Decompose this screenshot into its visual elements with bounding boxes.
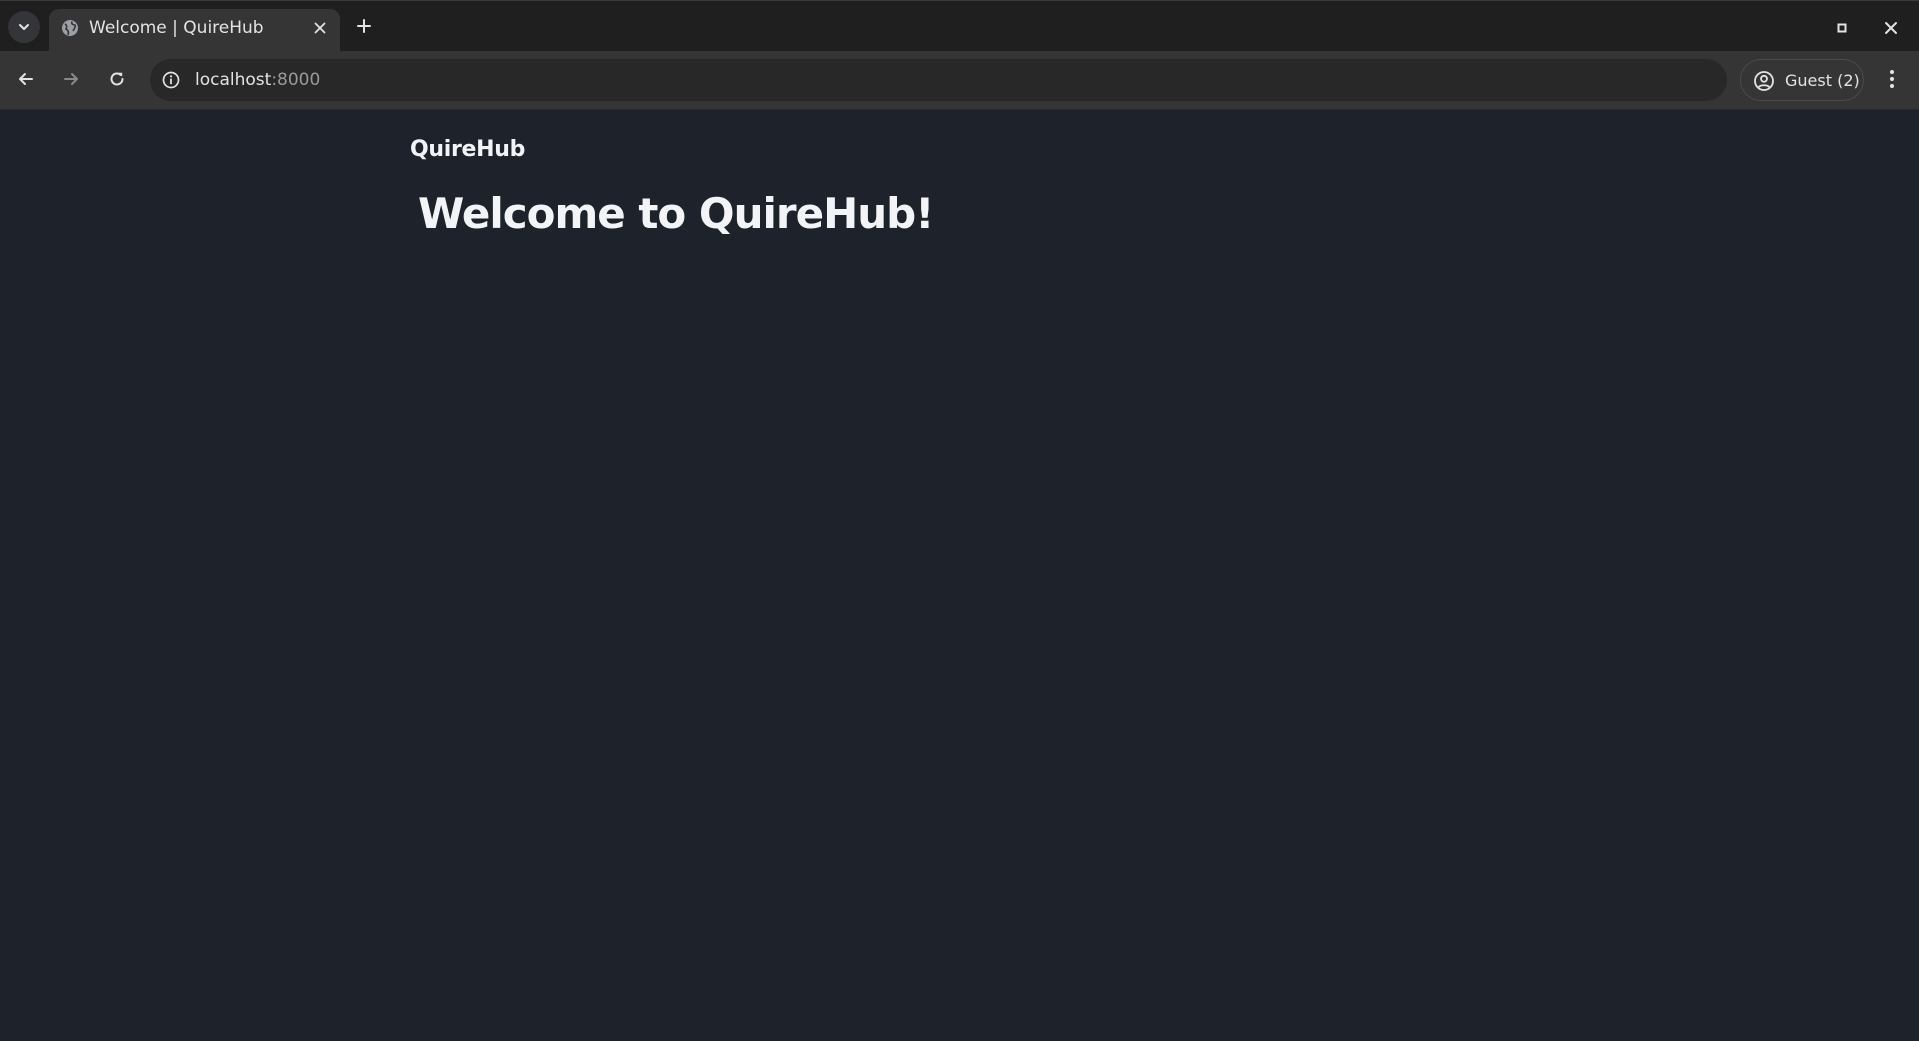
reload-icon xyxy=(110,72,124,86)
page-title: Welcome to QuireHub! xyxy=(418,189,934,238)
url-host: localhost xyxy=(195,70,272,90)
tab-close-button[interactable] xyxy=(310,18,330,38)
close-icon xyxy=(314,22,326,34)
account-circle-icon xyxy=(1754,71,1774,91)
address-bar[interactable]: localhost:8000 xyxy=(150,59,1727,101)
url-port: :8000 xyxy=(271,70,321,90)
browser-menu-button[interactable] xyxy=(1876,61,1908,97)
profile-button[interactable]: Guest (2) xyxy=(1740,59,1864,101)
close-icon xyxy=(1885,22,1897,34)
back-button[interactable] xyxy=(8,61,44,97)
active-tab[interactable]: Welcome | QuireHub xyxy=(49,9,340,52)
site-brand[interactable]: QuireHub xyxy=(410,135,525,165)
kebab-menu-icon xyxy=(1890,70,1894,88)
new-tab-button[interactable] xyxy=(350,12,378,40)
chevron-down-icon xyxy=(19,24,29,30)
plus-icon xyxy=(357,19,371,33)
browser-toolbar: localhost:8000 Guest (2) xyxy=(0,51,1919,110)
info-icon[interactable] xyxy=(161,70,181,90)
arrow-right-icon xyxy=(64,73,78,85)
tab-strip: Welcome | QuireHub xyxy=(0,0,1919,52)
url-text: localhost:8000 xyxy=(195,69,320,91)
page-content: QuireHub Welcome to QuireHub! xyxy=(0,110,1919,1041)
window-restore-button[interactable] xyxy=(1829,18,1855,38)
globe-icon xyxy=(62,20,78,36)
window-close-button[interactable] xyxy=(1878,15,1904,41)
forward-button[interactable] xyxy=(53,61,89,97)
restore-icon xyxy=(1837,23,1847,33)
arrow-left-icon xyxy=(19,73,33,85)
tab-search-button[interactable] xyxy=(8,11,40,43)
tab-title: Welcome | QuireHub xyxy=(89,18,264,38)
profile-label: Guest (2) xyxy=(1785,71,1860,90)
reload-button[interactable] xyxy=(99,61,135,97)
